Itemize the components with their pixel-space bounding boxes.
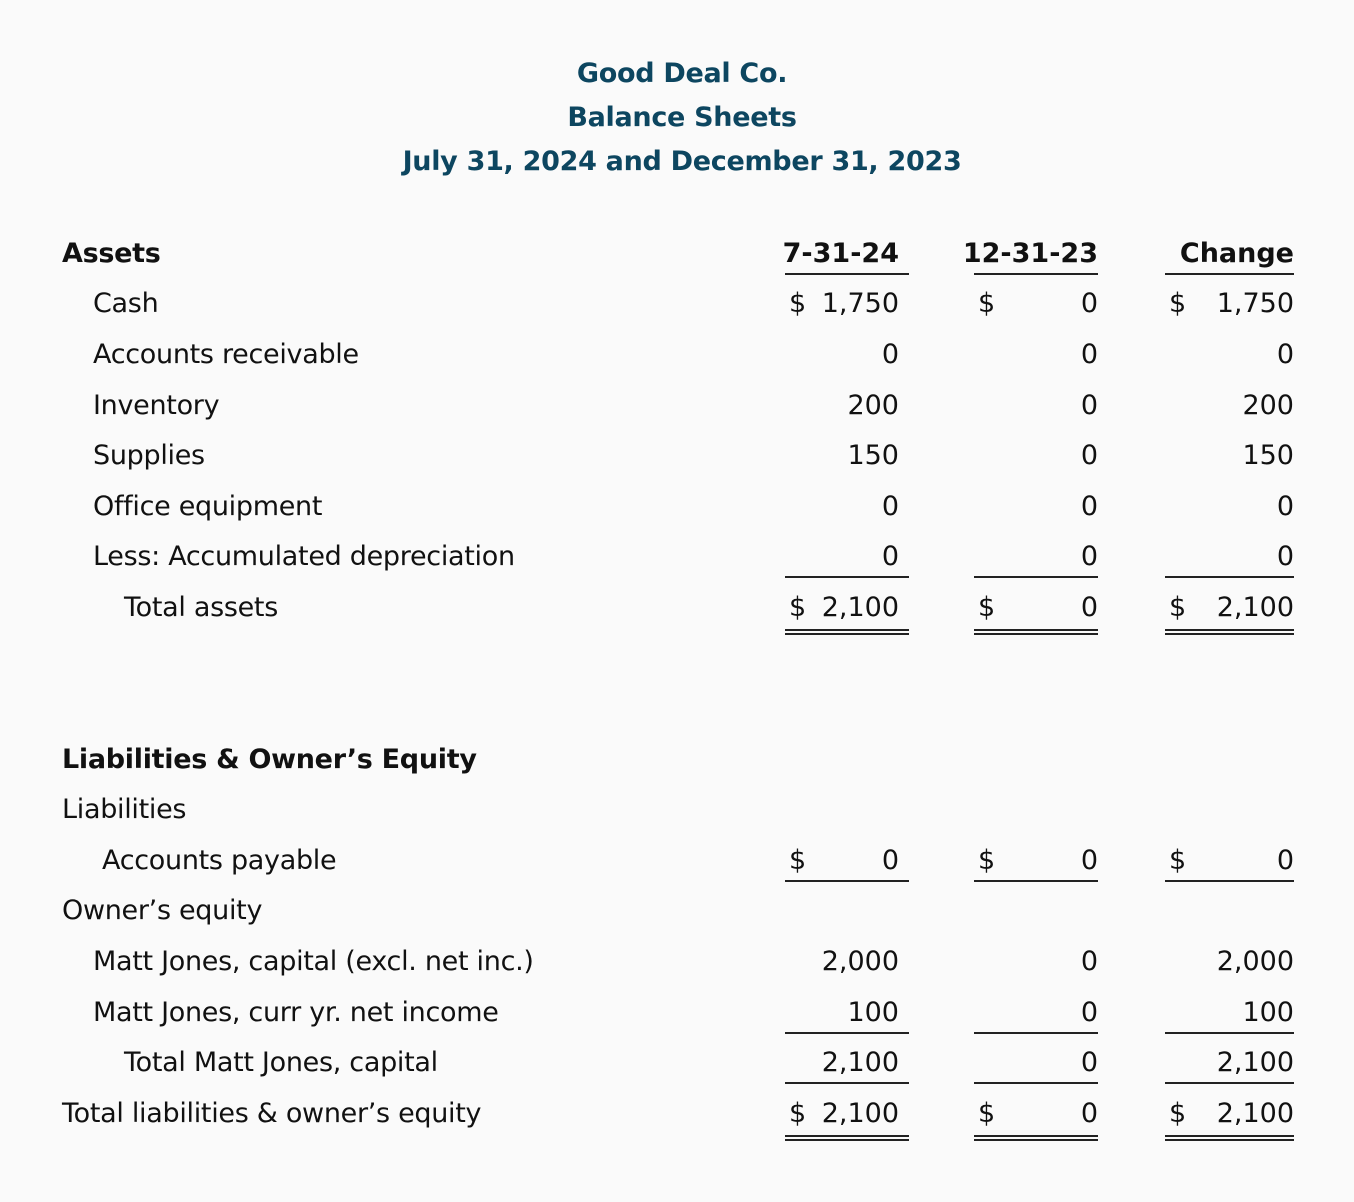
- column-header-change: Change: [1165, 234, 1294, 275]
- value-cell: 0: [1276, 339, 1294, 370]
- dollar-sign: $: [978, 592, 996, 623]
- value-cell: 0: [974, 1043, 1098, 1084]
- row-label: Supplies: [93, 440, 205, 471]
- row-label: Matt Jones, capital (excl. net inc.): [93, 946, 534, 977]
- value-cell: 0: [1080, 390, 1098, 421]
- value-cell: $0: [785, 841, 909, 882]
- row-label: Total assets: [124, 592, 278, 623]
- total-cell: $2,100: [1165, 1094, 1294, 1141]
- value-cell: 0: [785, 537, 909, 578]
- value-cell: 2,000: [1216, 946, 1294, 977]
- equity-label: Owner’s equity: [62, 895, 263, 926]
- statement-title: Balance Sheets: [567, 102, 797, 133]
- value-cell: 100: [1165, 993, 1294, 1034]
- value-cell: 0: [1080, 339, 1098, 370]
- value-cell: 150: [847, 440, 899, 471]
- value-cell: 200: [847, 390, 899, 421]
- value-cell: $0: [974, 284, 1098, 324]
- row-label: Inventory: [93, 390, 220, 421]
- total-capital-row: Total Matt Jones, capital 2,100 0 2,100: [0, 1043, 1354, 1084]
- value-cell: 0: [1080, 946, 1098, 977]
- total-cell: $0: [974, 588, 1098, 635]
- table-row: Cash $1,750 $0 $1,750: [0, 284, 1354, 324]
- value-cell: 0: [881, 491, 899, 522]
- total-cell: $2,100: [785, 1094, 909, 1141]
- table-row: Matt Jones, curr yr. net income 100 0 10…: [0, 993, 1354, 1034]
- value-cell: 0: [1276, 491, 1294, 522]
- row-label: Cash: [93, 288, 159, 319]
- value-cell: $0: [974, 841, 1098, 882]
- total-cell: $0: [974, 1094, 1098, 1141]
- dollar-sign: $: [789, 592, 807, 623]
- dollar-sign: $: [789, 288, 807, 319]
- dollar-sign: $: [1169, 1098, 1187, 1129]
- row-label: Accounts receivable: [93, 339, 359, 370]
- liabilities-equity-header-row: Liabilities & Owner’s Equity: [0, 740, 1354, 780]
- row-label: Total liabilities & owner’s equity: [62, 1098, 482, 1129]
- column-header-12-31-23: 12-31-23: [963, 234, 1098, 275]
- value-cell: 0: [1080, 440, 1098, 471]
- total-assets-row: Total assets $2,100 $0 $2,100: [0, 588, 1354, 635]
- value-cell: $1,750: [785, 284, 909, 324]
- row-label: Accounts payable: [102, 845, 337, 876]
- row-label: Office equipment: [93, 491, 323, 522]
- value-cell: 2,100: [785, 1043, 909, 1084]
- liabilities-subheader-row: Liabilities: [0, 790, 1354, 830]
- liabilities-label: Liabilities: [62, 794, 187, 825]
- table-row: Inventory 200 0 200: [0, 386, 1354, 426]
- row-label: Less: Accumulated depreciation: [93, 541, 515, 572]
- equity-subheader-row: Owner’s equity: [0, 891, 1354, 931]
- value-cell: 200: [1242, 390, 1294, 421]
- table-row: Matt Jones, capital (excl. net inc.) 2,0…: [0, 942, 1354, 982]
- value-cell: 0: [974, 993, 1098, 1034]
- statement-header: Good Deal Co. Balance Sheets July 31, 20…: [0, 52, 1354, 184]
- total-liabilities-equity-row: Total liabilities & owner’s equity $2,10…: [0, 1094, 1354, 1141]
- value-cell: 0: [1080, 491, 1098, 522]
- dollar-sign: $: [1169, 845, 1187, 876]
- table-row: Accounts payable $0 $0 $0: [0, 841, 1354, 882]
- value-cell: 100: [785, 993, 909, 1034]
- row-label: Total Matt Jones, capital: [124, 1047, 438, 1078]
- column-header-7-31-24: 7-31-24: [783, 234, 909, 275]
- value-cell: 0: [881, 339, 899, 370]
- dollar-sign: $: [978, 845, 996, 876]
- table-row: Office equipment 0 0 0: [0, 487, 1354, 527]
- value-cell: 0: [974, 537, 1098, 578]
- row-label: Matt Jones, curr yr. net income: [93, 997, 499, 1028]
- dollar-sign: $: [978, 1098, 996, 1129]
- company-name: Good Deal Co.: [576, 58, 788, 89]
- table-row: Accounts receivable 0 0 0: [0, 335, 1354, 375]
- total-cell: $2,100: [1165, 588, 1294, 635]
- dollar-sign: $: [789, 845, 807, 876]
- dollar-sign: $: [789, 1098, 807, 1129]
- total-cell: $2,100: [785, 588, 909, 635]
- value-cell: 150: [1242, 440, 1294, 471]
- statement-period: July 31, 2024 and December 31, 2023: [402, 146, 962, 177]
- table-row: Less: Accumulated depreciation 0 0 0: [0, 537, 1354, 578]
- value-cell: 2,000: [821, 946, 899, 977]
- value-cell: 0: [1165, 537, 1294, 578]
- liabilities-equity-heading: Liabilities & Owner’s Equity: [62, 744, 477, 775]
- dollar-sign: $: [978, 288, 996, 319]
- value-cell: 2,100: [1165, 1043, 1294, 1084]
- value-cell: $0: [1165, 841, 1294, 882]
- assets-header-row: Assets 7-31-24 12-31-23 Change: [0, 234, 1354, 275]
- dollar-sign: $: [1169, 592, 1187, 623]
- table-row: Supplies 150 0 150: [0, 436, 1354, 476]
- assets-heading: Assets: [62, 238, 161, 269]
- dollar-sign: $: [1169, 288, 1187, 319]
- value-cell: $1,750: [1165, 284, 1294, 324]
